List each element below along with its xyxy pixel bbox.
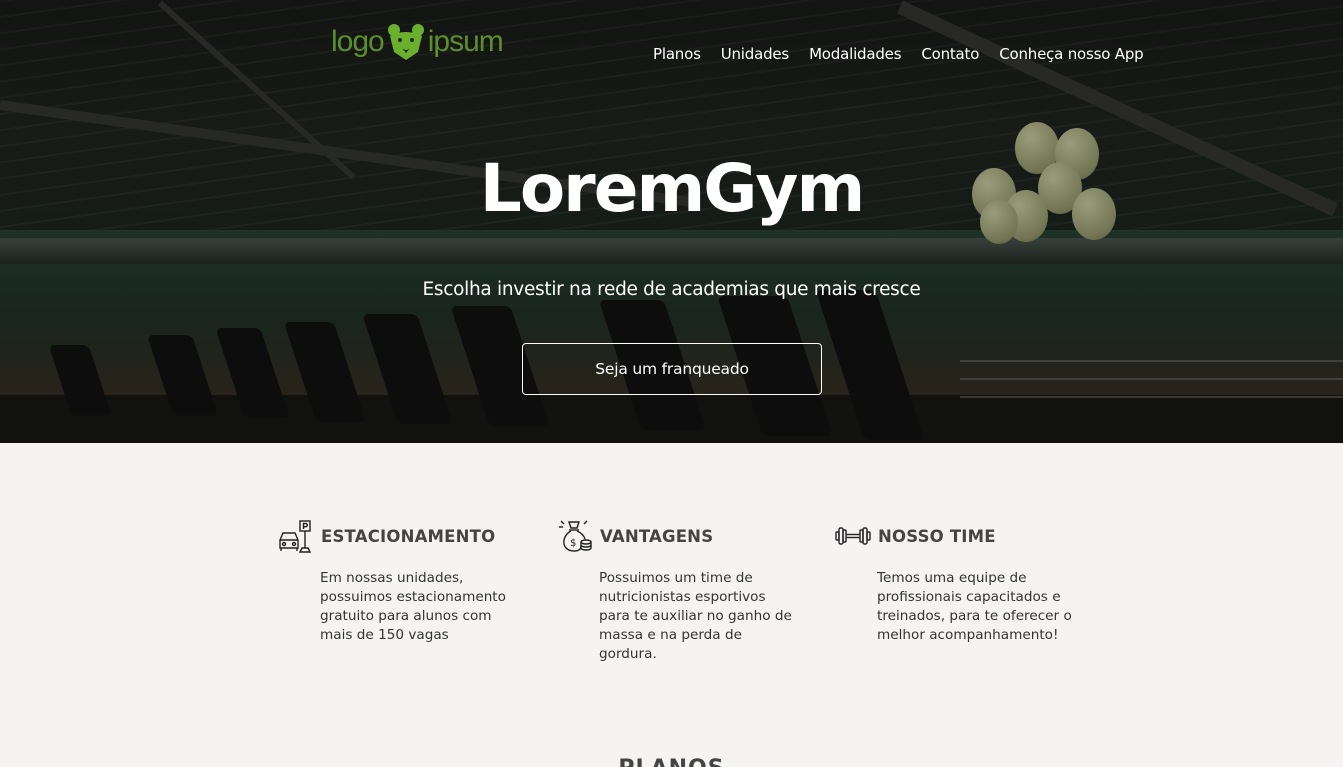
brand-logo[interactable]: logo ipsum (331, 22, 504, 62)
feature-text: Possuimos um time de nutricionistas espo… (599, 570, 792, 662)
section-heading-planos: PLANOS (0, 756, 1343, 767)
logo-word-1: logo (331, 25, 385, 58)
nav-item-app[interactable]: Conheça nosso App (999, 45, 1143, 63)
feature-card: ESTACIONAMENTO Em nossas unidades, possu… (278, 518, 518, 645)
hero-title: LoremGym (479, 150, 865, 227)
feature-header: NOSSO TIME (835, 518, 1075, 554)
nav-item-modalidades[interactable]: Modalidades (809, 45, 901, 63)
logo-word-2: ipsum (427, 25, 504, 58)
feature-header: ESTACIONAMENTO (278, 518, 518, 554)
nav-item-unidades[interactable]: Unidades (721, 45, 790, 63)
money-bag-icon: $ (559, 520, 592, 552)
hero-subtitle: Escolha investir na rede de academias qu… (422, 279, 921, 300)
svg-text:$: $ (570, 538, 576, 549)
feature-text: Em nossas unidades, possuimos estacionam… (320, 570, 506, 643)
feature-card: NOSSO TIME Temos uma equipe de profissio… (835, 518, 1075, 645)
feature-card: $ VANTAGENS Possuimos um time de nutrici… (557, 518, 797, 664)
franchise-cta-button[interactable]: Seja um franqueado (522, 343, 822, 395)
feature-title: ESTACIONAMENTO (321, 526, 496, 546)
nav-item-planos[interactable]: Planos (653, 45, 701, 63)
dumbbell-icon (835, 527, 871, 545)
feature-header: $ VANTAGENS (557, 518, 797, 554)
parking-car-icon (279, 520, 312, 553)
bear-icon (387, 24, 424, 60)
nav-item-contato[interactable]: Contato (921, 45, 979, 63)
feature-text: Temos uma equipe de profissionais capaci… (877, 570, 1072, 643)
main-nav: Planos Unidades Modalidades Contato Conh… (653, 45, 1144, 63)
feature-title: VANTAGENS (600, 526, 714, 546)
feature-title: NOSSO TIME (878, 526, 996, 546)
